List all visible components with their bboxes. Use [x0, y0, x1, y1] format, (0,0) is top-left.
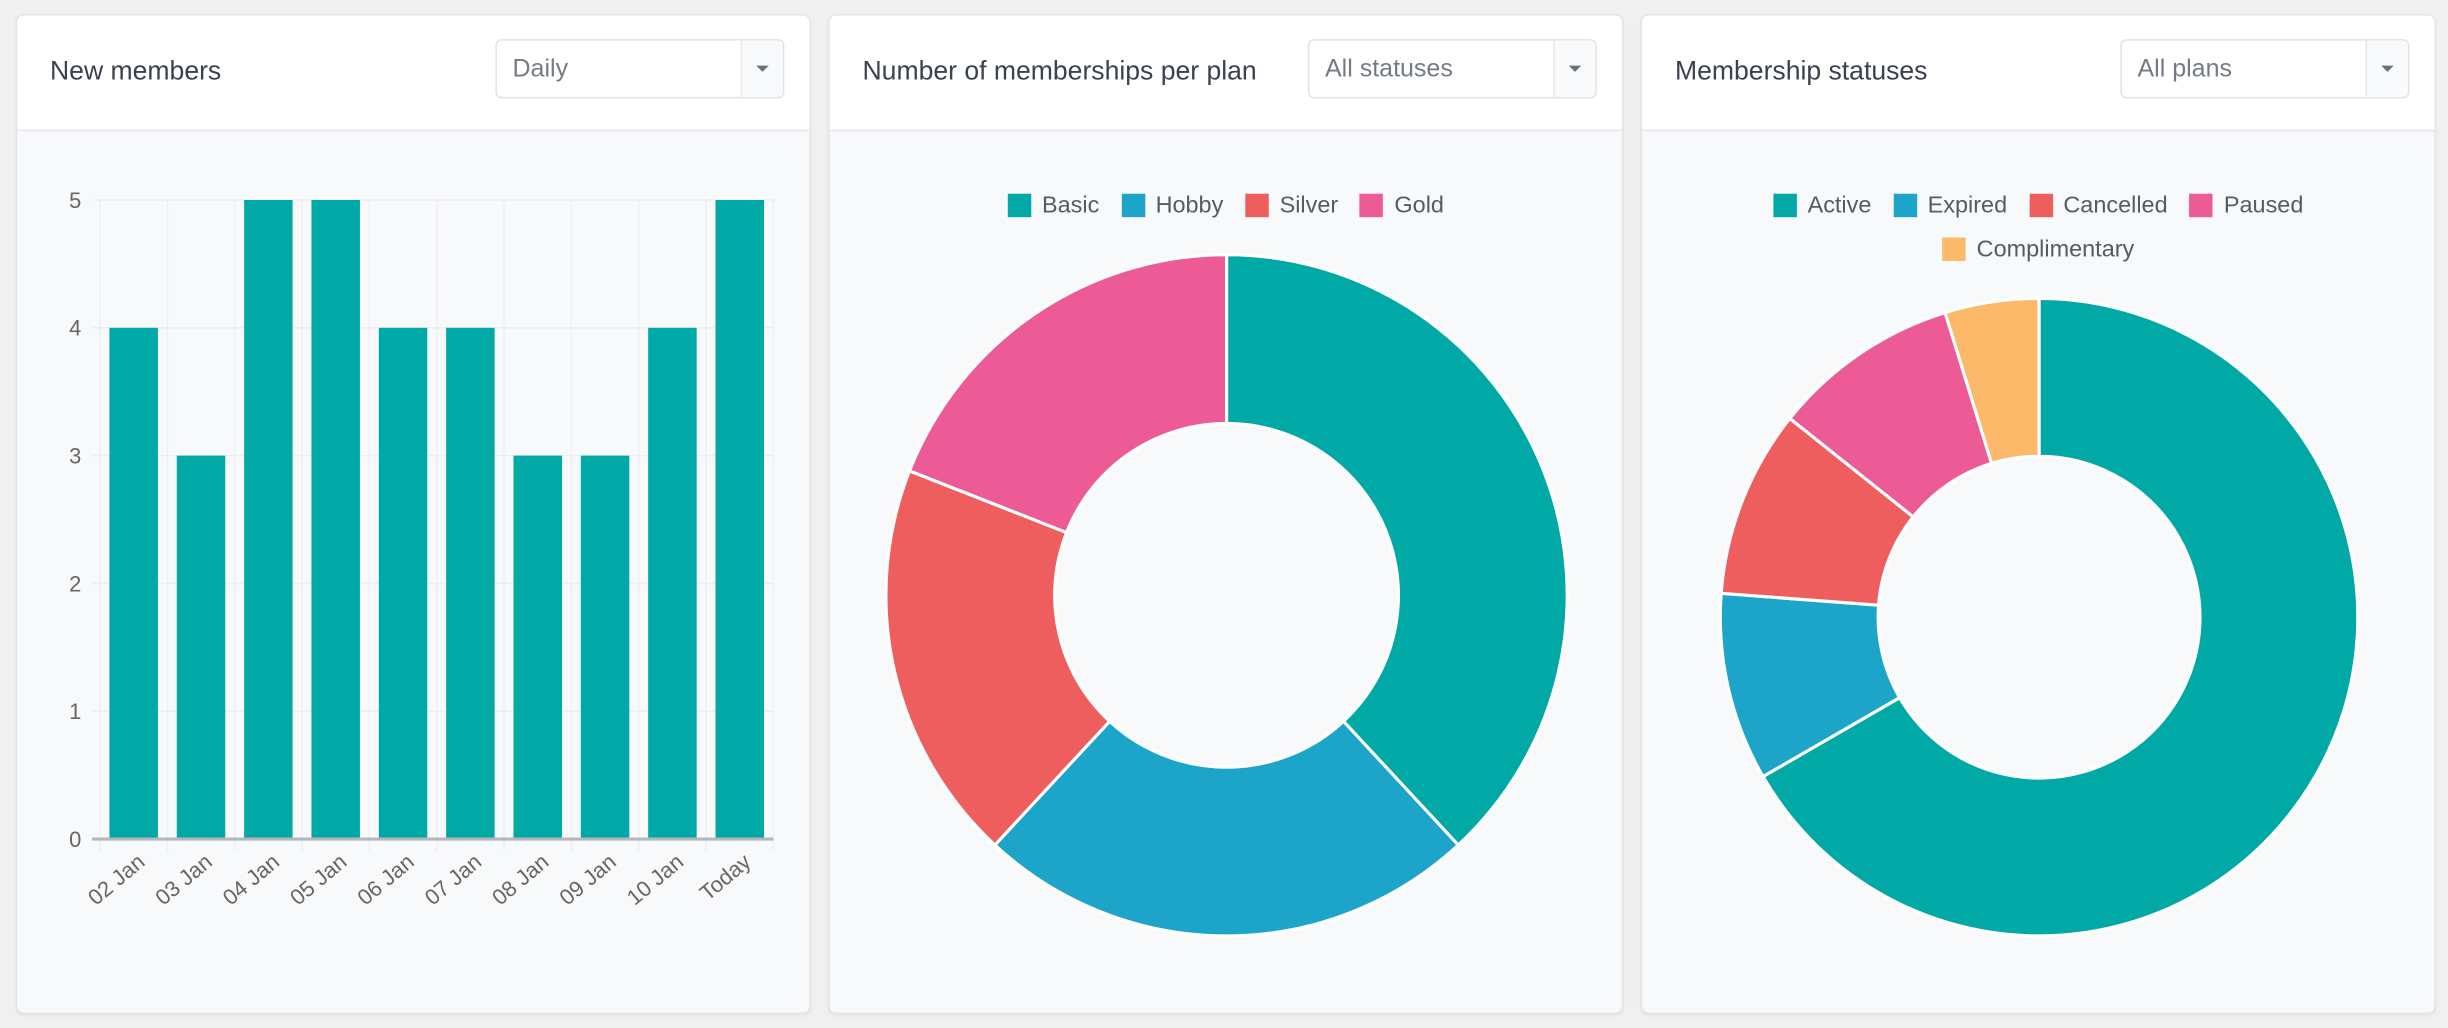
x-tick-label: Today [695, 849, 756, 906]
card-header: Number of memberships per plan All statu… [829, 15, 1622, 132]
period-select[interactable]: Daily [495, 39, 785, 99]
status-select[interactable]: All statuses [1307, 39, 1597, 99]
y-tick-label: 0 [69, 827, 81, 852]
donut-segment-gold[interactable] [907, 253, 1229, 535]
caret-down-icon [2381, 65, 2394, 72]
card-title: Membership statuses [1675, 56, 1928, 86]
select-toggle[interactable] [2365, 40, 2408, 97]
select-toggle[interactable] [740, 40, 783, 97]
memberships-per-plan-card: Number of memberships per plan All statu… [828, 14, 1624, 1015]
bar[interactable] [580, 455, 630, 840]
bar[interactable] [311, 200, 360, 840]
bar[interactable] [715, 200, 765, 840]
bar[interactable] [648, 327, 697, 840]
x-tick-label: 10 Jan [622, 849, 688, 910]
membership-statuses-card: Membership statuses All plans Active Expi… [1640, 14, 2436, 1015]
card-title: Number of memberships per plan [862, 56, 1257, 86]
select-value: Daily [512, 56, 569, 83]
bar[interactable] [244, 200, 293, 840]
x-tick-label: 06 Jan [352, 849, 418, 910]
x-tick-label: 05 Jan [285, 849, 351, 910]
new-members-card: New members Daily 0 1 2 3 4 5 02 Jan 03 Jan 04 J… [15, 14, 811, 1015]
card-header: New members Daily [17, 15, 810, 132]
select-value: All plans [2137, 56, 2233, 83]
x-tick-label: 04 Jan [218, 849, 284, 910]
bar[interactable] [176, 455, 226, 840]
x-tick-label: 03 Jan [150, 849, 216, 910]
bar[interactable] [378, 327, 428, 840]
y-tick-label: 2 [69, 571, 81, 596]
membership-statuses-donut [1718, 296, 2360, 938]
plan-select[interactable]: All plans [2120, 39, 2410, 99]
x-tick-label: 07 Jan [420, 849, 486, 910]
y-tick-label: 3 [69, 443, 81, 468]
bar[interactable] [513, 455, 562, 840]
x-tick-label: 09 Jan [554, 849, 620, 910]
x-tick-label: 02 Jan [83, 849, 149, 910]
y-tick-label: 1 [69, 699, 81, 724]
new-members-bar-chart: 0 1 2 3 4 5 02 Jan 03 Jan 04 Jan 05 Jan 06 Jan 07 J… [69, 188, 775, 910]
x-tick-label: 08 Jan [487, 849, 553, 910]
select-value: All statuses [1325, 56, 1453, 83]
caret-down-icon [756, 65, 769, 72]
card-header: Membership statuses All plans [1642, 15, 2435, 132]
caret-down-icon [1568, 65, 1582, 72]
donut-segment-basic[interactable] [1225, 253, 1569, 848]
bar[interactable] [109, 327, 158, 840]
card-title: New members [50, 56, 222, 86]
select-toggle[interactable] [1553, 40, 1596, 97]
memberships-per-plan-donut [884, 253, 1569, 938]
y-tick-label: 4 [69, 316, 81, 341]
bar[interactable] [446, 327, 495, 840]
y-tick-label: 5 [69, 188, 81, 213]
